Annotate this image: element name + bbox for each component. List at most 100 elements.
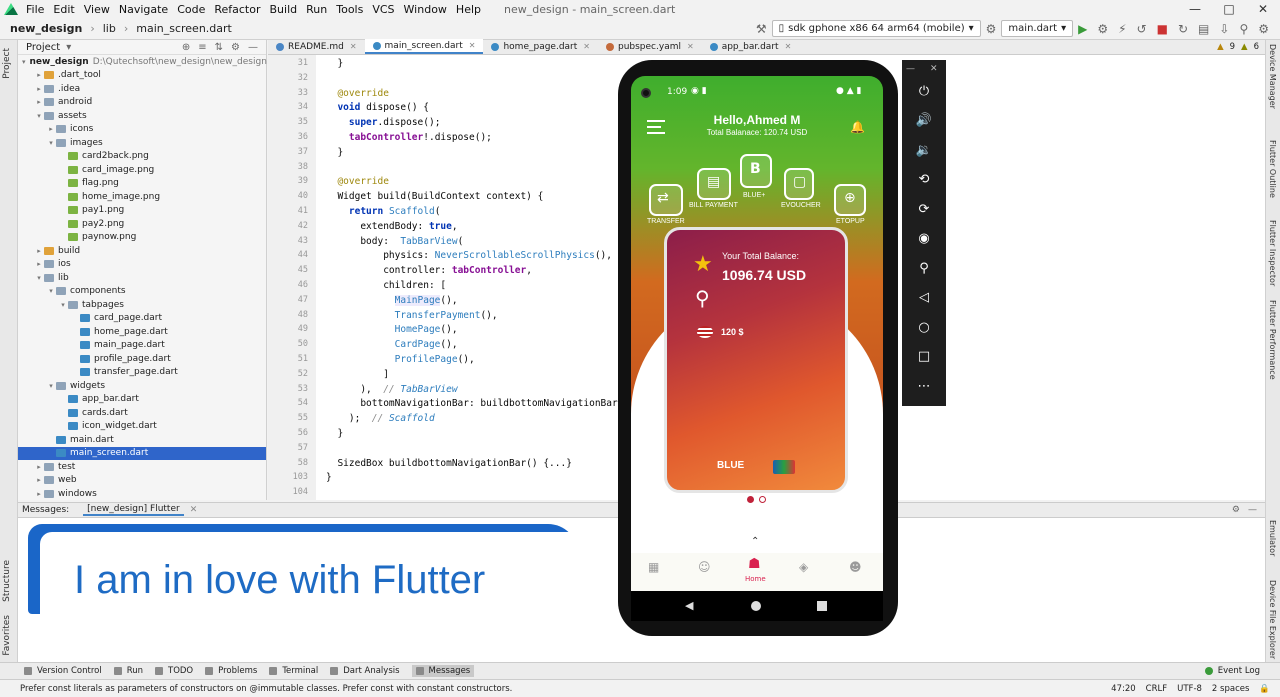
hide-icon[interactable]: — (248, 42, 258, 53)
gear-icon[interactable]: ⚙ (1258, 22, 1269, 36)
terminal-button[interactable]: Terminal (269, 666, 318, 676)
code-line[interactable]: physics: NeverScrollableScrollPhysics(), (326, 250, 612, 261)
problems-button[interactable]: Problems (205, 666, 257, 676)
search-icon[interactable]: ⚲ (1239, 22, 1248, 36)
sdk-manager-icon[interactable]: ⇩ (1219, 22, 1229, 36)
line-separator[interactable]: CRLF (1146, 684, 1167, 694)
camera-icon[interactable]: ◉ (912, 227, 936, 251)
tree-file[interactable]: pay2.png (18, 217, 266, 231)
gear-icon[interactable]: ⚙ (1232, 505, 1240, 515)
tree-file[interactable]: main_page.dart (18, 339, 266, 353)
tree-folder[interactable]: ▸ web (18, 474, 266, 488)
code-line[interactable]: tabController!.dispose(); (326, 132, 492, 143)
code-line[interactable]: Widget build(BuildContext context) { (326, 191, 543, 202)
messages-button[interactable]: Messages (411, 665, 475, 677)
tree-arrow-icon[interactable]: ▾ (46, 139, 56, 147)
hot-reload-icon[interactable]: ⚡ (1118, 22, 1126, 36)
zoom-icon[interactable]: ⚲ (912, 257, 936, 281)
code-line[interactable]: TransferPayment(), (326, 310, 498, 321)
back-icon[interactable]: ◁ (912, 286, 936, 310)
tree-arrow-icon[interactable]: ▸ (34, 490, 44, 498)
hide-icon[interactable]: — (1248, 505, 1257, 515)
close-icon[interactable]: ✕ (469, 41, 476, 50)
tree-folder[interactable]: ▾ new_design D:\Qutechsoft\new_design\new_… (18, 55, 267, 69)
menu-help[interactable]: Help (456, 3, 481, 16)
tree-file[interactable]: transfer_page.dart (18, 366, 266, 380)
code-line[interactable]: bottomNavigationBar: buildbottomNavigati… (326, 398, 635, 409)
close-icon[interactable]: ✕ (930, 64, 938, 74)
tree-folder[interactable]: ▾ components (18, 285, 266, 299)
code-line[interactable]: } (326, 58, 343, 69)
chevron-up-icon[interactable]: ⌃ (751, 536, 759, 547)
card-nav-icon[interactable]: ◈ (799, 560, 808, 574)
indent-setting[interactable]: 2 spaces (1212, 684, 1249, 694)
tree-folder[interactable]: ▸ .idea (18, 82, 266, 96)
code-line[interactable]: @override (326, 88, 388, 99)
code-line[interactable]: super.dispose(); (326, 117, 441, 128)
code-line[interactable]: } (326, 147, 343, 158)
collapse-all-icon[interactable]: ≡ (198, 42, 206, 53)
menu-view[interactable]: View (84, 3, 110, 16)
menu-navigate[interactable]: Navigate (119, 3, 168, 16)
tab-app-bar[interactable]: app_bar.dart ✕ (702, 39, 800, 54)
minimize-icon[interactable]: — (906, 64, 915, 74)
tab-pubspec[interactable]: pubspec.yaml ✕ (598, 39, 702, 54)
transfer-button[interactable]: ⇄ (649, 184, 683, 216)
tree-arrow-icon[interactable]: ▾ (46, 287, 56, 295)
tree-file[interactable]: card2back.png (18, 150, 266, 164)
search-icon[interactable]: ⚲ (695, 286, 710, 310)
map-icon[interactable]: ▦ (648, 560, 659, 574)
code-line[interactable]: HomePage(), (326, 324, 458, 335)
etopup-button[interactable]: ⊕ (834, 184, 866, 216)
power-icon[interactable]: ⏻ (912, 80, 936, 104)
tree-folder[interactable]: ▾ assets (18, 109, 266, 123)
run-icon[interactable]: ▶ (1078, 22, 1087, 36)
android-recents-icon[interactable] (817, 601, 827, 611)
tab-main-screen[interactable]: main_screen.dart ✕ (364, 39, 484, 54)
tree-arrow-icon[interactable]: ▸ (34, 247, 44, 255)
menu-file[interactable]: File (26, 3, 44, 16)
menu-tools[interactable]: Tools (336, 3, 363, 16)
tab-readme[interactable]: README.md ✕ (268, 39, 365, 54)
tree-arrow-icon[interactable]: ▸ (34, 476, 44, 484)
locate-icon[interactable]: ⊕ (182, 42, 190, 53)
chevron-down-icon[interactable]: ▾ (66, 42, 71, 53)
tree-folder[interactable]: ▾ tabpages (18, 298, 266, 312)
sync-icon[interactable]: ↻ (1178, 22, 1188, 36)
caret-position[interactable]: 47:20 (1111, 684, 1136, 694)
code-line[interactable]: controller: tabController, (326, 265, 532, 276)
code-line[interactable]: return Scaffold( (326, 206, 441, 217)
run-button[interactable]: Run (113, 666, 143, 676)
tree-arrow-icon[interactable]: ▸ (46, 125, 56, 133)
code-line[interactable]: } (326, 472, 332, 483)
tree-file[interactable]: pay1.png (18, 204, 266, 218)
menu-refactor[interactable]: Refactor (214, 3, 260, 16)
tree-file[interactable]: main_screen.dart (18, 446, 266, 460)
code-line[interactable]: CardPage(), (326, 339, 458, 350)
structure-side-tab[interactable]: Structure (2, 560, 12, 602)
close-icon[interactable]: ✕ (583, 42, 590, 51)
close-icon[interactable]: ✕ (350, 42, 357, 51)
volume-up-icon[interactable]: 🔊 (912, 109, 936, 133)
rotate-left-icon[interactable]: ⟲ (912, 168, 936, 192)
code-line[interactable]: MainPage(), (326, 294, 458, 306)
tree-folder[interactable]: ▸ build (18, 244, 266, 258)
menu-build[interactable]: Build (270, 3, 298, 16)
run-config-selector[interactable]: main.dart ▾ (1001, 20, 1074, 37)
tree-arrow-icon[interactable]: ▸ (34, 98, 44, 106)
tree-file[interactable]: icon_widget.dart (18, 420, 266, 434)
code-line[interactable]: ); // Scaffold (326, 413, 435, 424)
todo-button[interactable]: TODO (155, 666, 193, 676)
tree-arrow-icon[interactable]: ▾ (58, 301, 68, 309)
tree-folder[interactable]: ▸ ios (18, 258, 266, 272)
tree-arrow-icon[interactable]: ▸ (34, 260, 44, 268)
attach-icon[interactable]: ↺ (1137, 22, 1147, 36)
profile-nav-icon[interactable]: ☻ (849, 560, 862, 574)
rotate-right-icon[interactable]: ⟳ (912, 198, 936, 222)
more-icon[interactable]: ⋯ (912, 375, 936, 399)
tree-arrow-icon[interactable]: ▸ (34, 71, 44, 79)
tree-folder[interactable]: ▸ test (18, 460, 266, 474)
close-icon[interactable]: ✕ (785, 42, 792, 51)
home-icon[interactable]: ○ (912, 316, 936, 340)
tree-file[interactable]: home_page.dart (18, 325, 266, 339)
